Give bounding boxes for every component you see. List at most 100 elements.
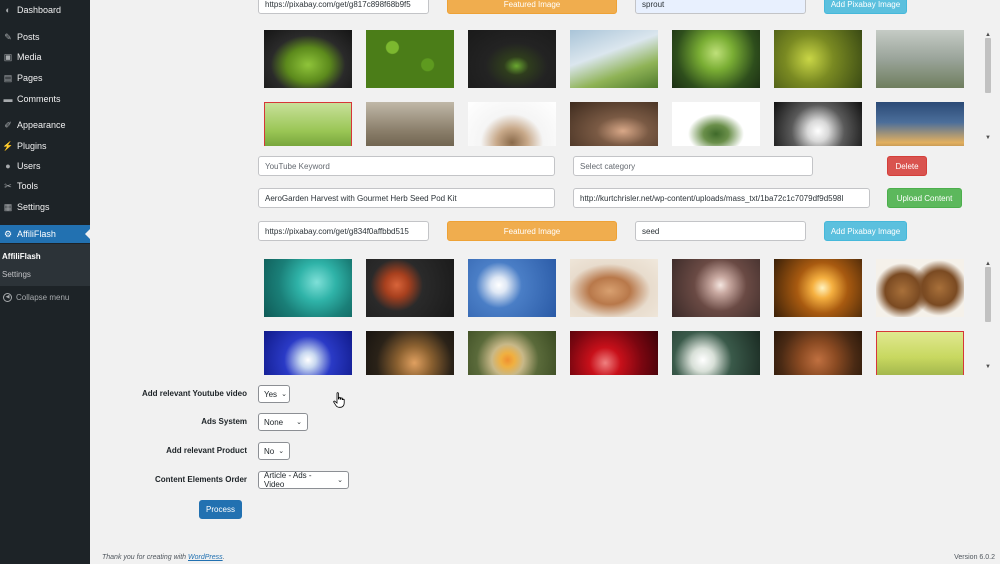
brush-icon: ✐ (4, 119, 12, 130)
image-thumbnail[interactable] (468, 102, 556, 146)
submenu-settings[interactable]: Settings (2, 270, 31, 279)
process-button[interactable]: Process (199, 500, 242, 519)
featured-image-url-input[interactable] (258, 221, 429, 241)
image-thumbnail[interactable] (468, 259, 556, 317)
image-thumbnail[interactable] (468, 331, 556, 375)
menu-label: Users (17, 161, 41, 171)
menu-appearance[interactable]: ✐ Appearance (0, 116, 90, 134)
scrollbar-thumb[interactable] (985, 267, 991, 322)
menu-settings[interactable]: ▦ Settings (0, 198, 90, 216)
add-pixabay-image-button[interactable]: Add Pixabay Image (824, 0, 907, 14)
content-file-url-input[interactable] (573, 188, 870, 208)
image-thumbnail[interactable] (876, 30, 964, 88)
category-placeholder: Select category (580, 161, 636, 171)
affiliflash-submenu: AffiliFlash Settings (0, 244, 90, 286)
collapse-label: Collapse menu (16, 292, 70, 302)
menu-comments[interactable]: ▬ Comments (0, 90, 90, 108)
gallery-scrollbar[interactable]: ▲ ▼ (983, 30, 993, 144)
menu-media[interactable]: ▣ Media (0, 48, 90, 66)
image-thumbnail[interactable] (672, 102, 760, 146)
image-thumbnail[interactable] (672, 30, 760, 88)
relevant-product-select[interactable]: No ⌄ (258, 442, 290, 460)
image-thumbnail[interactable] (264, 331, 352, 375)
users-icon: ● (5, 160, 11, 171)
scrollbar-thumb[interactable] (985, 38, 991, 93)
relevant-product-label: Add relevant Product (166, 446, 247, 455)
ads-system-label: Ads System (201, 417, 247, 426)
image-thumbnail[interactable] (366, 331, 454, 375)
footer-thanks-suffix: . (222, 554, 225, 561)
image-thumbnail[interactable] (774, 30, 862, 88)
delete-button[interactable]: Delete (887, 156, 927, 176)
collapse-icon: ◀ (3, 292, 12, 302)
image-thumbnail[interactable] (468, 30, 556, 88)
menu-label: Settings (17, 202, 50, 212)
chevron-down-icon: ⌄ (278, 448, 285, 455)
category-select[interactable]: Select category (573, 156, 813, 176)
scroll-down-icon[interactable]: ▼ (985, 135, 991, 141)
image-gallery-sprout (264, 30, 990, 146)
content-order-select[interactable]: Article - Ads - Video ⌄ (258, 471, 349, 489)
add-pixabay-image-button[interactable]: Add Pixabay Image (824, 221, 907, 241)
wordpress-link[interactable]: WordPress (188, 554, 223, 561)
image-thumbnail[interactable] (774, 102, 862, 146)
menu-label: Media (17, 52, 42, 62)
menu-label: Plugins (17, 141, 47, 151)
hand-cursor-icon (333, 392, 345, 408)
version-text: Version 6.0.2 (954, 554, 995, 561)
image-thumbnail[interactable] (876, 102, 964, 146)
youtube-video-label: Add relevant Youtube video (141, 389, 247, 398)
menu-users[interactable]: ● Users (0, 157, 90, 175)
plug-icon: ⚡ (2, 140, 14, 151)
image-thumbnail[interactable] (672, 259, 760, 317)
pixabay-keyword-input[interactable] (635, 0, 806, 14)
gallery-scrollbar[interactable]: ▲ ▼ (983, 259, 993, 373)
settings-icon: ▦ (3, 201, 13, 212)
menu-affiliflash[interactable]: ⚙ AffiliFlash (0, 225, 90, 243)
image-thumbnail[interactable] (876, 259, 964, 317)
featured-image-url-input[interactable] (258, 0, 429, 14)
relevant-product-value: No (264, 446, 275, 456)
image-thumbnail[interactable] (570, 331, 658, 375)
image-thumbnail-selected[interactable] (264, 102, 352, 146)
menu-pages[interactable]: ▤ Pages (0, 69, 90, 87)
youtube-keyword-input[interactable] (258, 156, 555, 176)
image-thumbnail[interactable] (264, 259, 352, 317)
content-order-value: Article - Ads - Video (264, 471, 312, 489)
wrench-icon: ✂ (4, 180, 12, 191)
upload-content-button[interactable]: Upload Content (887, 188, 962, 208)
pin-icon: ✎ (4, 31, 12, 42)
image-thumbnail-selected[interactable] (876, 331, 964, 375)
menu-plugins[interactable]: ⚡ Plugins (0, 137, 90, 155)
image-thumbnail[interactable] (570, 102, 658, 146)
dashboard-icon: ◐ (5, 4, 11, 15)
submenu-affiliflash[interactable]: AffiliFlash (2, 252, 41, 261)
image-thumbnail[interactable] (672, 331, 760, 375)
image-thumbnail[interactable] (264, 30, 352, 88)
image-thumbnail[interactable] (774, 331, 862, 375)
menu-posts[interactable]: ✎ Posts (0, 28, 90, 46)
featured-image-button[interactable]: Featured Image (447, 221, 617, 241)
menu-dashboard[interactable]: ◐ Dashboard (0, 1, 90, 19)
youtube-video-select[interactable]: Yes ⌄ (258, 385, 290, 403)
menu-tools[interactable]: ✂ Tools (0, 177, 90, 195)
image-thumbnail[interactable] (366, 30, 454, 88)
collapse-menu-button[interactable]: ◀ Collapse menu (0, 288, 90, 306)
chevron-down-icon: ⌄ (337, 477, 343, 484)
footer-thanks: Thank you for creating with WordPress. (102, 554, 225, 561)
ads-system-select[interactable]: None ⌄ (258, 413, 308, 431)
menu-label: Comments (17, 94, 61, 104)
image-thumbnail[interactable] (366, 259, 454, 317)
image-thumbnail[interactable] (774, 259, 862, 317)
featured-image-button[interactable]: Featured Image (447, 0, 617, 14)
image-thumbnail[interactable] (366, 102, 454, 146)
gear-icon: ⚙ (3, 228, 13, 239)
pages-icon: ▤ (3, 72, 13, 83)
youtube-video-value: Yes (264, 389, 278, 399)
pixabay-keyword-input[interactable] (635, 221, 806, 241)
image-thumbnail[interactable] (570, 30, 658, 88)
image-thumbnail[interactable] (570, 259, 658, 317)
menu-label: AffiliFlash (17, 229, 56, 239)
product-title-input[interactable] (258, 188, 555, 208)
scroll-down-icon[interactable]: ▼ (985, 364, 991, 370)
